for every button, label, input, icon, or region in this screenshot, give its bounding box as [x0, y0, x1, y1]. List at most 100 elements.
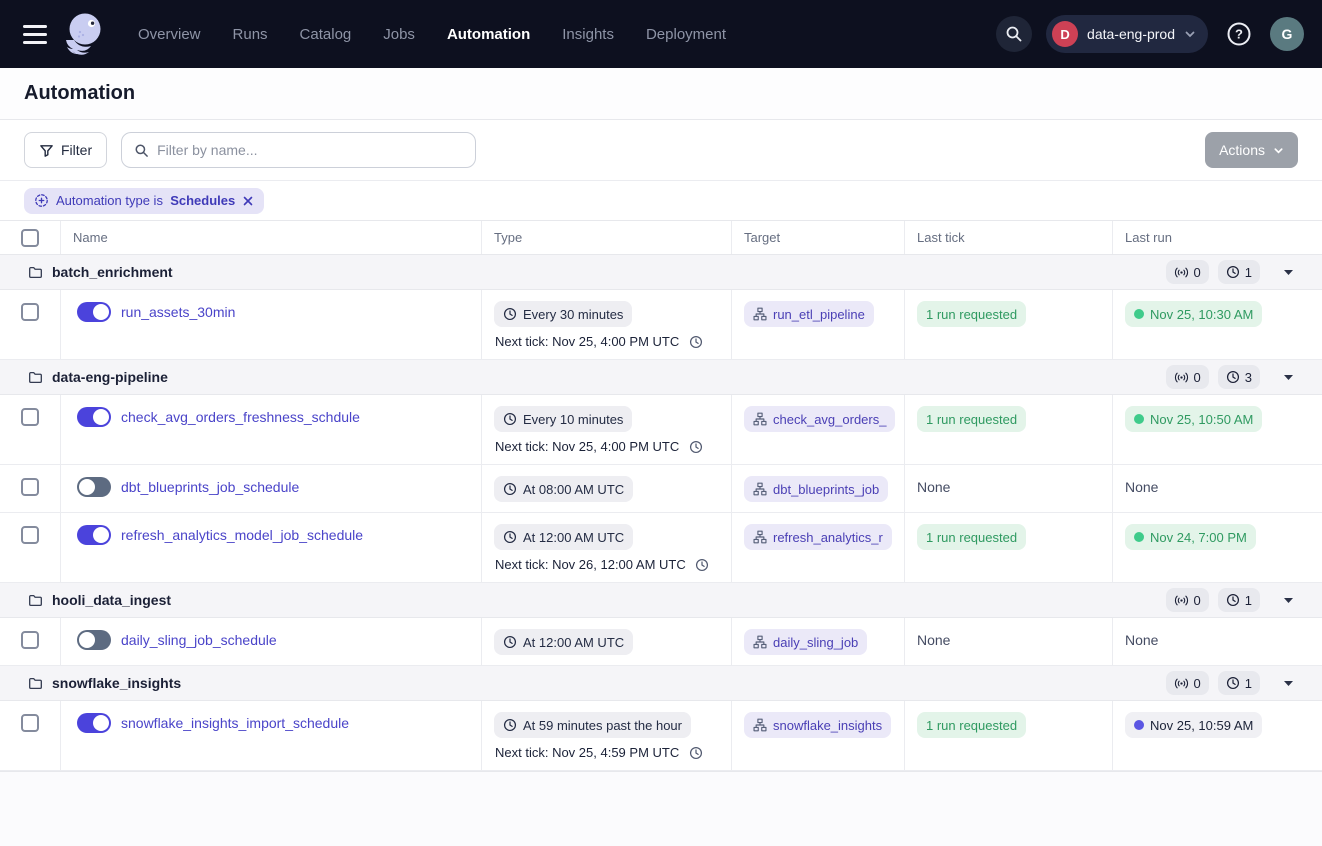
last-tick-pill[interactable]: 1 run requested — [917, 301, 1026, 327]
menu-icon[interactable] — [18, 17, 52, 51]
target-pill[interactable]: refresh_analytics_r — [744, 524, 892, 550]
collapse-group-button[interactable] — [1279, 593, 1298, 608]
group-name: data-eng-pipeline — [52, 369, 168, 385]
filter-chip-automation-type: Automation type is Schedules — [24, 188, 264, 214]
sensor-count-badge: 0 — [1166, 671, 1209, 695]
nav-item-automation[interactable]: Automation — [447, 26, 530, 43]
automation-name-link[interactable]: refresh_analytics_model_job_schedule — [121, 524, 363, 546]
row-checkbox[interactable] — [21, 631, 39, 649]
row-checkbox[interactable] — [21, 714, 39, 732]
job-graph-icon — [753, 482, 767, 496]
schedule-toggle[interactable] — [77, 477, 111, 497]
schedule-toggle[interactable] — [77, 630, 111, 650]
nav-item-deployment[interactable]: Deployment — [646, 26, 726, 43]
nav-item-insights[interactable]: Insights — [562, 26, 614, 43]
job-graph-icon — [753, 530, 767, 544]
col-header-target: Target — [731, 221, 904, 254]
nav-item-jobs[interactable]: Jobs — [383, 26, 415, 43]
filter-button[interactable]: Filter — [24, 132, 107, 168]
last-tick-pill[interactable]: 1 run requested — [917, 524, 1026, 550]
schedule-toggle[interactable] — [77, 302, 111, 322]
nav-item-overview[interactable]: Overview — [138, 26, 201, 43]
nav-item-catalog[interactable]: Catalog — [300, 26, 352, 43]
close-icon[interactable] — [242, 195, 254, 207]
run-status-dot-icon — [1134, 309, 1144, 319]
clock-icon — [1226, 676, 1240, 690]
automation-name-link[interactable]: check_avg_orders_freshness_schdule — [121, 406, 360, 428]
run-status-dot-icon — [1134, 414, 1144, 424]
chevron-down-icon — [1283, 680, 1294, 687]
run-status-dot-icon — [1134, 720, 1144, 730]
schedule-count-badge: 1 — [1218, 588, 1260, 612]
schedule-type-pill: At 12:00 AM UTC — [494, 629, 633, 655]
folder-icon — [28, 676, 43, 691]
search-icon[interactable] — [996, 16, 1032, 52]
collapse-group-button[interactable] — [1279, 370, 1298, 385]
chevron-down-icon — [1283, 269, 1294, 276]
schedule-count-badge: 1 — [1218, 260, 1260, 284]
chevron-down-icon — [1283, 374, 1294, 381]
automation-name-link[interactable]: run_assets_30min — [121, 301, 235, 323]
col-header-last-tick: Last tick — [904, 221, 1112, 254]
filter-button-label: Filter — [61, 142, 92, 158]
schedule-type-pill: At 12:00 AM UTC — [494, 524, 633, 550]
sensor-icon — [1174, 266, 1189, 279]
last-run-pill[interactable]: Nov 25, 10:30 AM — [1125, 301, 1262, 327]
toolbar: Filter Actions — [0, 120, 1322, 181]
nav-item-runs[interactable]: Runs — [233, 26, 268, 43]
name-filter — [121, 132, 476, 168]
last-run-pill[interactable]: Nov 25, 10:59 AM — [1125, 712, 1262, 738]
sensor-count-badge: 0 — [1166, 588, 1209, 612]
sensor-count-badge: 0 — [1166, 365, 1209, 389]
automation-row-check_avg_orders_freshness_schdule: check_avg_orders_freshness_schdule Every… — [0, 395, 1322, 465]
target-pill[interactable]: run_etl_pipeline — [744, 301, 874, 327]
help-icon[interactable]: ? — [1222, 17, 1256, 51]
folder-icon — [28, 370, 43, 385]
automation-row-run_assets_30min: run_assets_30min Every 30 minutes Next t… — [0, 290, 1322, 360]
last-run-none: None — [1125, 629, 1158, 648]
job-graph-icon — [753, 718, 767, 732]
select-all-checkbox[interactable] — [21, 229, 39, 247]
row-checkbox[interactable] — [21, 303, 39, 321]
target-pill[interactable]: daily_sling_job — [744, 629, 867, 655]
sensor-icon — [1174, 594, 1189, 607]
target-pill[interactable]: snowflake_insights — [744, 712, 891, 738]
table-header: Name Type Target Last tick Last run — [0, 221, 1322, 255]
automations-table: Name Type Target Last tick Last run batc… — [0, 221, 1322, 772]
schedule-toggle[interactable] — [77, 713, 111, 733]
automation-name-link[interactable]: dbt_blueprints_job_schedule — [121, 476, 299, 498]
automation-name-link[interactable]: daily_sling_job_schedule — [121, 629, 277, 651]
collapse-group-button[interactable] — [1279, 265, 1298, 280]
next-tick-text: Next tick: Nov 26, 12:00 AM UTC — [494, 557, 709, 572]
schedule-toggle[interactable] — [77, 525, 111, 545]
group-row-hooli_data_ingest: hooli_data_ingest 0 1 — [0, 583, 1322, 618]
clock-icon — [1226, 593, 1240, 607]
target-pill[interactable]: check_avg_orders_ — [744, 406, 895, 432]
col-header-type: Type — [481, 221, 731, 254]
user-avatar[interactable]: G — [1270, 17, 1304, 51]
actions-button[interactable]: Actions — [1205, 132, 1298, 168]
target-plus-icon — [34, 193, 49, 208]
row-checkbox[interactable] — [21, 478, 39, 496]
actions-button-label: Actions — [1219, 142, 1265, 158]
last-tick-pill[interactable]: 1 run requested — [917, 406, 1026, 432]
search-icon — [134, 143, 149, 158]
name-filter-input[interactable] — [157, 142, 463, 158]
collapse-group-button[interactable] — [1279, 676, 1298, 691]
row-checkbox[interactable] — [21, 526, 39, 544]
deployment-switcher[interactable]: D data-eng-prod — [1046, 15, 1208, 53]
dagster-logo-icon[interactable] — [64, 10, 108, 58]
last-run-pill[interactable]: Nov 25, 10:50 AM — [1125, 406, 1262, 432]
job-graph-icon — [753, 412, 767, 426]
col-header-last-run: Last run — [1112, 221, 1322, 254]
schedule-toggle[interactable] — [77, 407, 111, 427]
deployment-name: data-eng-prod — [1087, 26, 1175, 42]
last-run-pill[interactable]: Nov 24, 7:00 PM — [1125, 524, 1256, 550]
automation-name-link[interactable]: snowflake_insights_import_schedule — [121, 712, 349, 734]
clock-icon — [689, 335, 703, 349]
top-nav: Overview Runs Catalog Jobs Automation Insight… — [0, 0, 1322, 68]
row-checkbox[interactable] — [21, 408, 39, 426]
target-pill[interactable]: dbt_blueprints_job — [744, 476, 888, 502]
deployment-avatar: D — [1052, 21, 1078, 47]
last-tick-pill[interactable]: 1 run requested — [917, 712, 1026, 738]
